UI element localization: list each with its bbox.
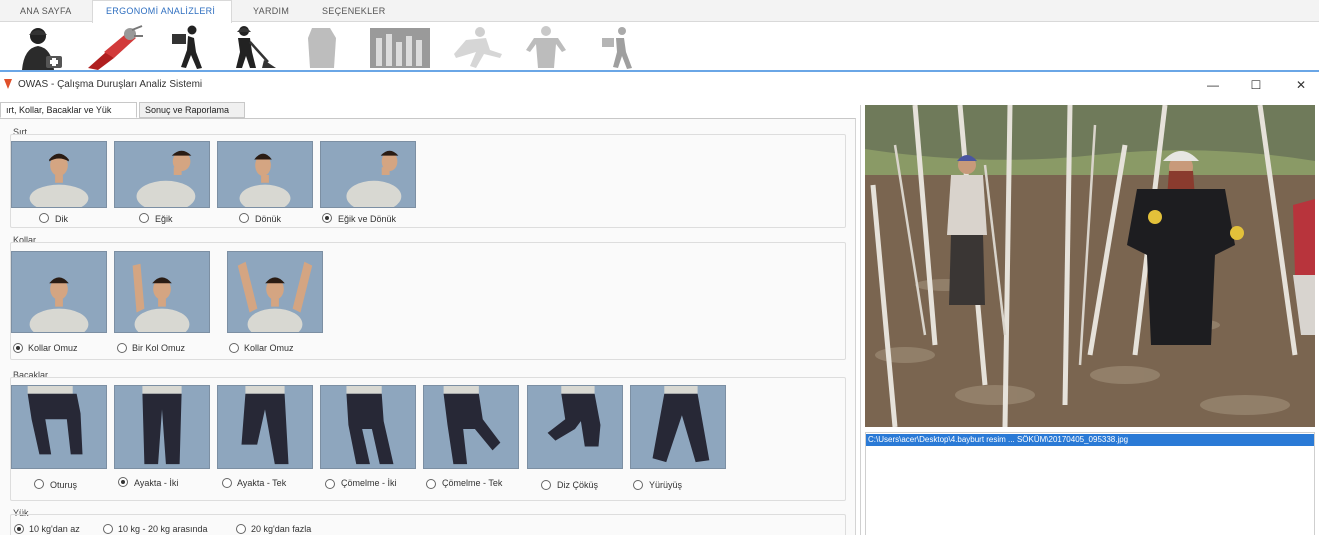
yuk-10-20kg-radio[interactable] <box>103 524 113 534</box>
worker-carrying-box-icon[interactable] <box>160 24 220 70</box>
bacak-ayakta-iki-image[interactable] <box>114 385 210 469</box>
bir-kol-omuz-radio[interactable] <box>117 343 127 353</box>
yuk-20kg-fazla-label: 20 kg'dan fazla <box>251 524 312 534</box>
sirt-donuk-image[interactable] <box>217 141 313 208</box>
sirt-egik-ve-donuk-label: Eğik ve Dönük <box>338 214 397 224</box>
bacak-ayakta-tek-image[interactable] <box>217 385 313 469</box>
bar-chart-icon[interactable] <box>370 24 430 70</box>
tab-sirt-kollar-bacaklar-yuk[interactable]: ırt, Kollar, Bacaklar ve Yük <box>0 102 137 118</box>
yuk-10kg-az-radio[interactable] <box>14 524 24 534</box>
kollar-omuz-radio-2[interactable] <box>229 343 239 353</box>
bacak-comelme-tek-image[interactable] <box>423 385 519 469</box>
comelme-tek-label: Çömelme - Tek <box>442 478 503 488</box>
oturus-label: Oturuş <box>50 480 78 490</box>
bir-kol-omuz-image[interactable] <box>114 251 210 333</box>
ayakta-iki-label: Ayakta - İki <box>134 478 179 488</box>
sirt-donuk-label: Dönük <box>255 214 282 224</box>
minimize-button[interactable]: — <box>1203 76 1223 94</box>
sirt-dik-label: Dik <box>55 214 68 224</box>
worker-lifting-icon[interactable] <box>594 24 654 70</box>
app-logo-icon <box>4 79 12 89</box>
owas-window: OWAS - Çalışma Duruşları Analiz Sistemi … <box>0 70 1319 535</box>
bacak-diz-cokus-image[interactable] <box>527 385 623 469</box>
yuruyus-label: Yürüyüş <box>649 480 683 490</box>
window-title: OWAS - Çalışma Duruşları Analiz Sistemi <box>18 79 203 90</box>
menu-ana-sayfa[interactable]: ANA SAYFA <box>20 6 72 16</box>
yuk-20kg-fazla-radio[interactable] <box>236 524 246 534</box>
sirt-egik-ve-donuk-radio[interactable] <box>322 213 332 223</box>
ribbon: ANA SAYFA ERGONOMİ ANALİZLERİ YARDIM SEÇ… <box>0 0 1319 72</box>
window-titlebar: OWAS - Çalışma Duruşları Analiz Sistemi … <box>0 72 1319 98</box>
sirt-egik-label: Eğik <box>155 214 173 224</box>
oturus-radio[interactable] <box>34 479 44 489</box>
diz-cokus-radio[interactable] <box>541 480 551 490</box>
yuk-10-20kg-label: 10 kg - 20 kg arasında <box>118 524 208 534</box>
sirt-dik-radio[interactable] <box>39 213 49 223</box>
panel-divider <box>860 105 861 535</box>
sirt-egik-image[interactable] <box>114 141 210 208</box>
kollar-omuz-alti-image[interactable] <box>11 251 107 333</box>
worker-helmet-icon[interactable] <box>12 24 72 70</box>
bacak-yuruyus-image[interactable] <box>630 385 726 469</box>
yuruyus-radio[interactable] <box>633 480 643 490</box>
diz-cokus-label: Diz Çöküş <box>557 480 599 490</box>
anatomy-body-icon[interactable] <box>516 24 576 70</box>
tab-sonuc-ve-raporlama[interactable]: Sonuç ve Raporlama <box>139 102 245 118</box>
sirt-dik-image[interactable] <box>11 141 107 208</box>
bir-kol-omuz-label: Bir Kol Omuz <box>132 343 186 353</box>
maximize-button[interactable]: ☐ <box>1246 76 1266 94</box>
menu-yardim[interactable]: YARDIM <box>253 6 289 16</box>
menu-secenekler[interactable]: SEÇENEKLER <box>322 6 386 16</box>
field-workers-photo <box>865 105 1315 427</box>
kollar-omuz-label-1: Kollar Omuz <box>28 343 78 353</box>
ayakta-iki-radio[interactable] <box>118 477 128 487</box>
worker-shovel-icon[interactable] <box>222 24 282 70</box>
running-worker-icon[interactable] <box>446 24 506 70</box>
kollar-omuz-radio-1[interactable] <box>13 343 23 353</box>
torso-icon[interactable] <box>292 24 352 70</box>
comelme-tek-radio[interactable] <box>426 479 436 489</box>
close-button[interactable]: ✕ <box>1291 76 1311 94</box>
robot-arm-icon[interactable] <box>84 24 144 70</box>
comelme-iki-radio[interactable] <box>325 479 335 489</box>
posture-selection-panel: Sırt Dik Eğik Dönük Eğik ve Dönük Kollar <box>0 118 856 535</box>
bacak-oturus-image[interactable] <box>11 385 107 469</box>
menu-ergonomi-analizleri[interactable]: ERGONOMİ ANALİZLERİ <box>106 6 215 16</box>
sirt-egik-ve-donuk-image[interactable] <box>320 141 416 208</box>
sirt-egik-radio[interactable] <box>139 213 149 223</box>
selected-file-row[interactable]: C:\Users\acer\Desktop\4.bayburt resim ..… <box>866 434 1314 446</box>
comelme-iki-label: Çömelme - İki <box>341 478 397 488</box>
menu-bar: ANA SAYFA ERGONOMİ ANALİZLERİ YARDIM SEÇ… <box>0 0 1319 23</box>
sirt-donuk-radio[interactable] <box>239 213 249 223</box>
work-photo <box>865 105 1315 427</box>
image-file-list[interactable]: C:\Users\acer\Desktop\4.bayburt resim ..… <box>865 432 1315 535</box>
bacak-comelme-iki-image[interactable] <box>320 385 416 469</box>
ayakta-tek-radio[interactable] <box>222 478 232 488</box>
ayakta-tek-label: Ayakta - Tek <box>237 478 287 488</box>
yuk-10kg-az-label: 10 kg'dan az <box>29 524 80 534</box>
kollar-omuz-ustu-image[interactable] <box>227 251 323 333</box>
kollar-omuz-label-2: Kollar Omuz <box>244 343 294 353</box>
